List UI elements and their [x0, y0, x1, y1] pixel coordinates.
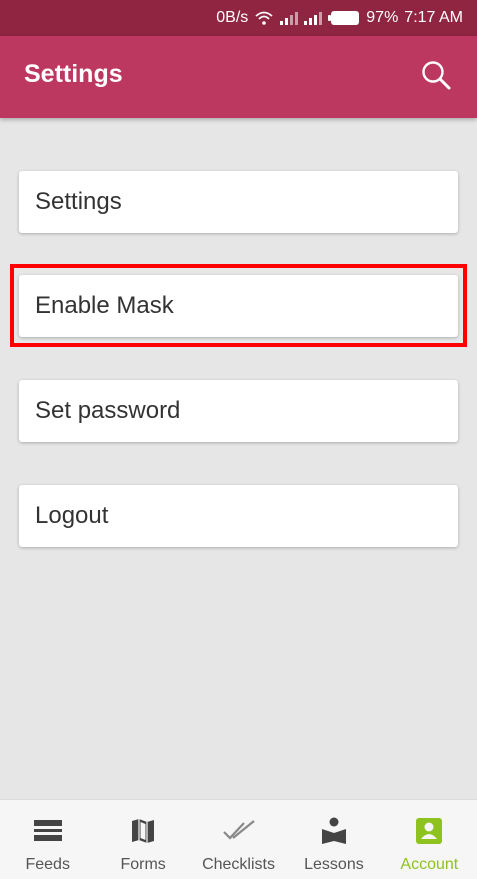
nav-item-feeds[interactable]: Feeds: [0, 800, 95, 879]
search-button[interactable]: [419, 58, 453, 92]
logout-option-label: Logout: [35, 502, 109, 529]
search-icon: [422, 61, 451, 90]
wifi-icon: [254, 10, 274, 26]
set-password-option[interactable]: Set password: [19, 380, 458, 442]
bottom-nav: Feeds Forms Checklists Lessons Account: [0, 799, 477, 879]
feeds-icon: [33, 816, 62, 846]
app-bar: Settings: [0, 36, 477, 118]
network-speed: 0B/s: [216, 9, 249, 26]
status-bar: 0B/s 97% 7:17 AM: [0, 0, 477, 36]
page-title: Settings: [24, 60, 123, 88]
reader-icon: [321, 816, 347, 846]
nav-item-checklists[interactable]: Checklists: [191, 800, 286, 879]
clock: 7:17 AM: [404, 9, 463, 26]
double-check-icon: [222, 816, 256, 846]
nav-item-forms[interactable]: Forms: [95, 800, 190, 879]
enable-mask-option-label: Enable Mask: [35, 292, 174, 319]
nav-label-forms: Forms: [120, 856, 166, 873]
settings-option[interactable]: Settings: [19, 171, 458, 233]
enable-mask-option[interactable]: Enable Mask: [19, 275, 458, 337]
settings-option-label: Settings: [35, 188, 122, 215]
signal-icon: [304, 10, 323, 26]
nav-label-feeds: Feeds: [25, 856, 70, 873]
battery-percent: 97%: [366, 9, 399, 26]
nav-item-account[interactable]: Account: [382, 800, 477, 879]
nav-item-lessons[interactable]: Lessons: [286, 800, 381, 879]
nav-label-account: Account: [400, 856, 459, 873]
set-password-option-label: Set password: [35, 397, 181, 424]
nav-label-checklists: Checklists: [202, 856, 275, 873]
nav-label-lessons: Lessons: [304, 856, 364, 873]
map-icon: [131, 816, 155, 846]
account-icon: [416, 816, 443, 846]
signal-icon: [280, 10, 299, 26]
logout-option[interactable]: Logout: [19, 485, 458, 547]
battery-icon: [328, 10, 360, 26]
